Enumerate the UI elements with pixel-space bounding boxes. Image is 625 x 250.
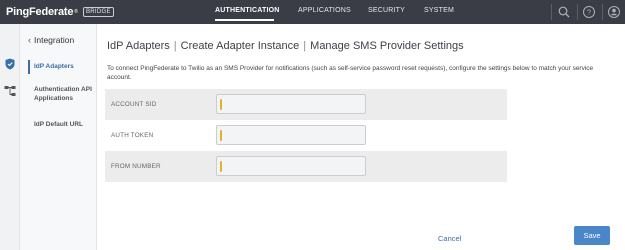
account-sid-input[interactable] (225, 96, 363, 112)
field-label: ACCOUNT SID (111, 101, 157, 108)
save-button[interactable]: Save (574, 226, 610, 245)
main-content: IdP Adapters | Create Adapter Instance | Man… (97, 24, 625, 250)
back-to-integration[interactable]: ‹ Integration (28, 35, 74, 45)
required-indicator (220, 130, 222, 141)
from-number-field[interactable] (216, 156, 366, 176)
brand-logo[interactable]: PingFederate ® BRIDGE (6, 5, 114, 19)
back-label: Integration (34, 35, 75, 45)
breadcrumb-idp-adapters: IdP Adapters (107, 40, 170, 52)
sitemap-icon[interactable] (3, 84, 17, 98)
shield-icon[interactable] (3, 57, 17, 71)
nav-system[interactable]: SYSTEM (424, 7, 454, 14)
sidebar-rail (0, 24, 20, 250)
breadcrumb-separator: | (303, 40, 307, 52)
nav-applications[interactable]: APPLICATIONS (298, 7, 351, 14)
required-indicator (220, 99, 222, 110)
subnav-item-idp-adapters[interactable]: IdP Adapters (34, 62, 94, 71)
field-row-auth-token: AUTH TOKEN (105, 120, 507, 151)
field-row-from-number: FROM NUMBER (105, 151, 507, 182)
subnav-item-authentication-api-applications[interactable]: Authentication API Applications (34, 85, 94, 103)
page-description: To connect PingFederate to Twilio as an … (107, 65, 594, 81)
auth-token-field[interactable] (216, 125, 366, 145)
field-label: AUTH TOKEN (111, 132, 154, 139)
nav-security[interactable]: SECURITY (368, 7, 405, 14)
divider (551, 4, 552, 20)
user-icon[interactable] (607, 5, 621, 19)
auth-token-input[interactable] (225, 127, 363, 143)
chevron-left-icon: ‹ (28, 35, 31, 45)
nav-authentication[interactable]: AUTHENTICATION (215, 7, 280, 14)
svg-text:?: ? (587, 8, 591, 17)
brand-registered-mark: ® (74, 9, 78, 15)
cancel-button[interactable]: Cancel (438, 234, 461, 243)
subnav-item-idp-default-url[interactable]: IdP Default URL (34, 120, 94, 129)
divider (577, 4, 578, 20)
field-row-account-sid: ACCOUNT SID (105, 89, 507, 120)
active-item-indicator (28, 60, 30, 74)
from-number-input[interactable] (225, 158, 363, 174)
breadcrumb-create-adapter-instance: Create Adapter Instance (180, 40, 300, 52)
search-icon[interactable] (557, 5, 571, 19)
help-icon[interactable]: ? (582, 5, 596, 19)
active-nav-underline (215, 19, 274, 21)
divider (602, 4, 603, 20)
top-navigation-bar: PingFederate ® BRIDGE AUTHENTICATION APPL… (0, 0, 625, 24)
account-sid-field[interactable] (216, 94, 366, 114)
field-label: FROM NUMBER (111, 163, 161, 170)
brand-name: PingFederate (6, 6, 74, 18)
breadcrumb-separator: | (173, 40, 177, 52)
page-title: IdP Adapters | Create Adapter Instance | Man… (107, 40, 464, 52)
bridge-badge: BRIDGE (82, 7, 114, 17)
secondary-nav: ‹ Integration IdP Adapters Authenticatio… (20, 24, 97, 250)
breadcrumb-manage-sms-provider-settings: Manage SMS Provider Settings (310, 40, 464, 52)
required-indicator (220, 161, 222, 172)
